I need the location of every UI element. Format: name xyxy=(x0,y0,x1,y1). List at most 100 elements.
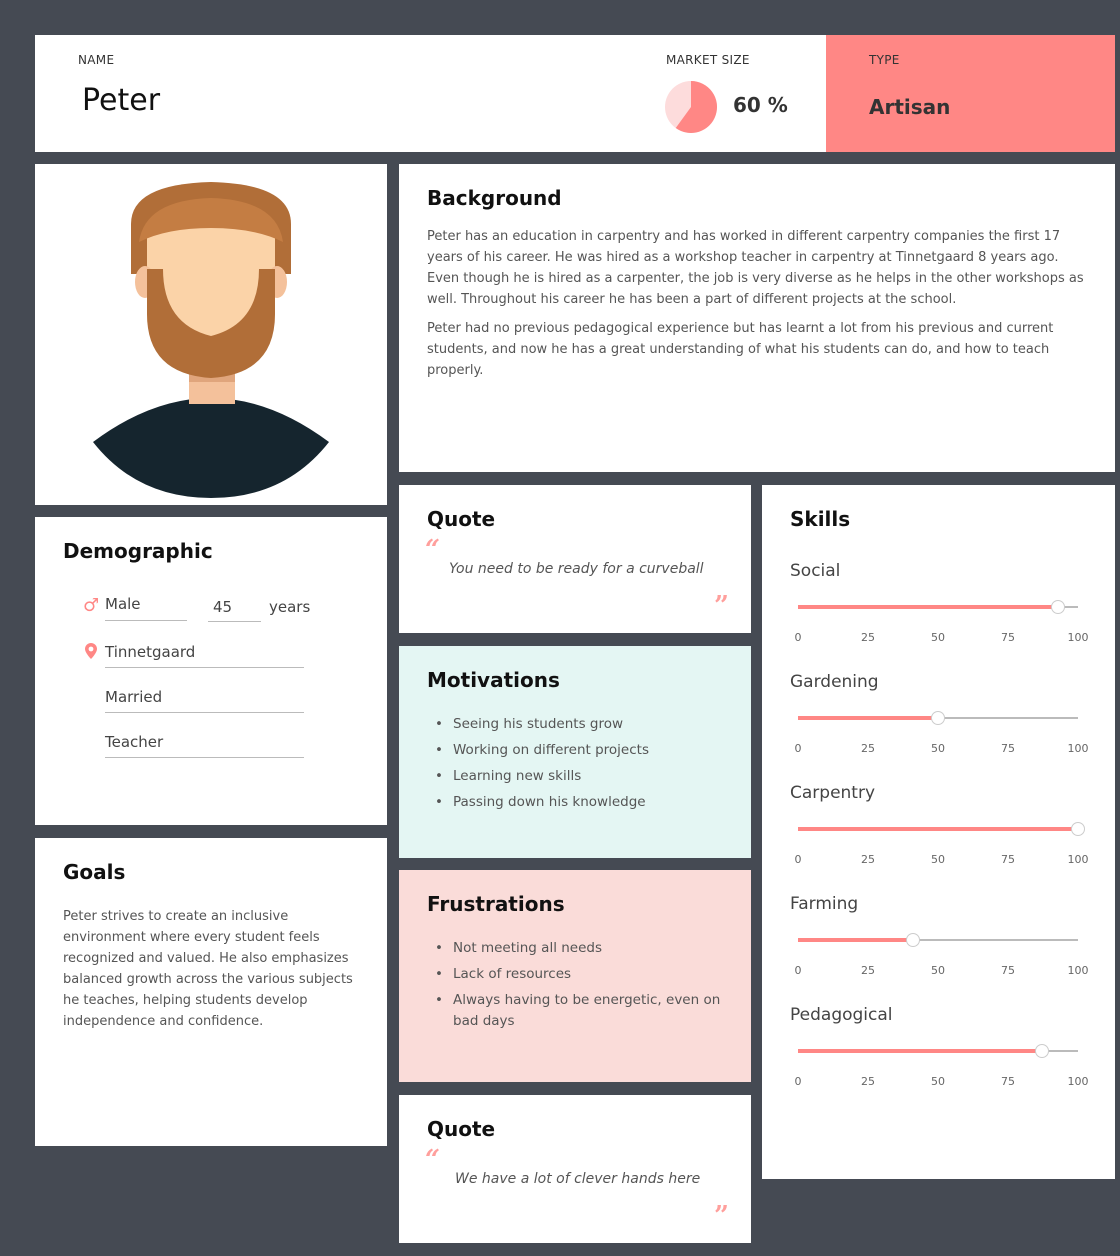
list-item: Not meeting all needs xyxy=(427,938,723,959)
age-value[interactable]: 45 xyxy=(213,598,232,616)
scale-tick-label: 100 xyxy=(1067,1075,1089,1088)
persona-header: NAME Peter MARKET SIZE 60 % TYPE Artisan xyxy=(35,35,1115,152)
status-underline xyxy=(105,712,304,713)
avatar-illustration xyxy=(93,182,329,498)
list-item: Always having to be energetic, even on b… xyxy=(427,990,723,1032)
skill-slider-handle[interactable] xyxy=(931,711,945,725)
skill-slider-track[interactable] xyxy=(798,711,1078,725)
background-card: Background Peter has an education in car… xyxy=(399,164,1115,472)
motivations-title: Motivations xyxy=(427,668,560,692)
skill-carpentry: Carpentry 0 25 50 75 100 xyxy=(790,783,1090,866)
list-item: Seeing his students grow xyxy=(427,714,723,735)
list-item: Passing down his knowledge xyxy=(427,792,723,813)
skill-name: Gardening xyxy=(790,672,879,692)
skill-slider-track[interactable] xyxy=(798,933,1078,947)
market-size-pie-icon xyxy=(665,81,717,133)
scale-tick-label: 0 xyxy=(794,1075,802,1088)
occupation-value[interactable]: Teacher xyxy=(105,733,163,751)
age-underline xyxy=(208,621,261,622)
skill-name: Farming xyxy=(790,894,859,914)
skill-name: Social xyxy=(790,561,841,581)
list-item: Learning new skills xyxy=(427,766,723,787)
skill-slider-handle[interactable] xyxy=(1051,600,1066,614)
skill-social: Social 0 25 50 75 100 xyxy=(790,561,1090,644)
scale-tick-label: 25 xyxy=(861,631,875,644)
scale-tick-label: 0 xyxy=(794,742,802,755)
quote-open-icon: “ xyxy=(425,1145,440,1175)
scale-tick-label: 25 xyxy=(861,964,875,977)
skill-slider-fill xyxy=(798,1049,1042,1053)
demographic-title: Demographic xyxy=(63,539,213,563)
skill-scale: 0 25 50 75 100 xyxy=(790,742,1090,756)
skill-farming: Farming 0 25 50 75 100 xyxy=(790,894,1090,977)
occupation-underline xyxy=(105,757,304,758)
skill-scale: 0 25 50 75 100 xyxy=(790,853,1090,867)
skill-name: Pedagogical xyxy=(790,1005,893,1025)
skill-slider-track[interactable] xyxy=(798,1044,1078,1058)
list-item: Working on different projects xyxy=(427,740,723,761)
type-label: TYPE xyxy=(869,53,900,67)
persona-name: Peter xyxy=(82,83,161,118)
scale-tick-label: 100 xyxy=(1067,631,1089,644)
quote-card: Quote “ You need to be ready for a curve… xyxy=(399,485,751,633)
type-block: TYPE Artisan xyxy=(826,35,1115,152)
scale-tick-label: 50 xyxy=(931,742,945,755)
scale-tick-label: 100 xyxy=(1067,853,1089,866)
scale-tick-label: 50 xyxy=(931,1075,945,1088)
skill-slider-handle[interactable] xyxy=(1071,822,1085,836)
scale-tick-label: 100 xyxy=(1067,964,1089,977)
scale-tick-label: 75 xyxy=(1001,631,1015,644)
location-pin-icon xyxy=(85,643,97,659)
skill-slider-fill xyxy=(798,827,1078,831)
frustrations-list: Not meeting all needs Lack of resources … xyxy=(427,938,723,1032)
background-title: Background xyxy=(427,186,562,210)
scale-tick-label: 50 xyxy=(931,853,945,866)
quote-text: We have a lot of clever hands here xyxy=(455,1171,701,1187)
scale-tick-label: 25 xyxy=(861,742,875,755)
quote-close-icon: ” xyxy=(714,1201,729,1231)
scale-tick-label: 75 xyxy=(1001,964,1015,977)
background-paragraph: Peter has an education in carpentry and … xyxy=(427,229,1084,307)
skill-slider-fill xyxy=(798,716,938,720)
location-underline xyxy=(105,667,304,668)
status-value[interactable]: Married xyxy=(105,688,162,706)
scale-tick-label: 0 xyxy=(794,964,802,977)
name-label: NAME xyxy=(78,53,115,67)
quote-text: You need to be ready for a curveball xyxy=(449,561,704,577)
male-symbol-icon: ♂ xyxy=(83,595,100,616)
goals-title: Goals xyxy=(63,860,126,884)
scale-tick-label: 100 xyxy=(1067,742,1089,755)
quote-card: Quote “ We have a lot of clever hands he… xyxy=(399,1095,751,1243)
motivations-card: Motivations Seeing his students grow Wor… xyxy=(399,646,751,858)
skill-slider-track[interactable] xyxy=(798,822,1085,836)
market-size-value: 60 % xyxy=(733,93,788,117)
avatar-card xyxy=(35,164,387,505)
list-item: Lack of resources xyxy=(427,964,723,985)
goals-card: Goals Peter strives to create an inclusi… xyxy=(35,838,387,1146)
quote-title: Quote xyxy=(427,1117,496,1141)
frustrations-card: Frustrations Not meeting all needs Lack … xyxy=(399,870,751,1082)
skill-slider-fill xyxy=(798,938,913,942)
quote-title: Quote xyxy=(427,507,496,531)
frustrations-title: Frustrations xyxy=(427,892,565,916)
scale-tick-label: 75 xyxy=(1001,1075,1015,1088)
scale-tick-label: 50 xyxy=(931,631,945,644)
avatar-torso xyxy=(93,398,329,498)
background-paragraph: Peter had no previous pedagogical experi… xyxy=(427,321,1054,378)
goals-text: Peter strives to create an inclusive env… xyxy=(63,909,353,1029)
skill-slider-track[interactable] xyxy=(798,600,1078,614)
type-value: Artisan xyxy=(869,95,951,119)
skill-slider-handle[interactable] xyxy=(905,933,920,947)
age-unit: years xyxy=(269,598,311,616)
skill-scale: 0 25 50 75 100 xyxy=(790,1075,1090,1089)
location-value[interactable]: Tinnetgaard xyxy=(105,643,195,661)
scale-tick-label: 0 xyxy=(794,631,802,644)
motivations-list: Seeing his students grow Working on diff… xyxy=(427,714,723,813)
gender-underline xyxy=(105,620,187,621)
skill-slider-handle[interactable] xyxy=(1034,1044,1049,1058)
skills-title: Skills xyxy=(790,507,851,531)
quote-close-icon: ” xyxy=(714,591,729,621)
scale-tick-label: 25 xyxy=(861,853,875,866)
scale-tick-label: 50 xyxy=(931,964,945,977)
gender-value[interactable]: Male xyxy=(105,595,141,613)
